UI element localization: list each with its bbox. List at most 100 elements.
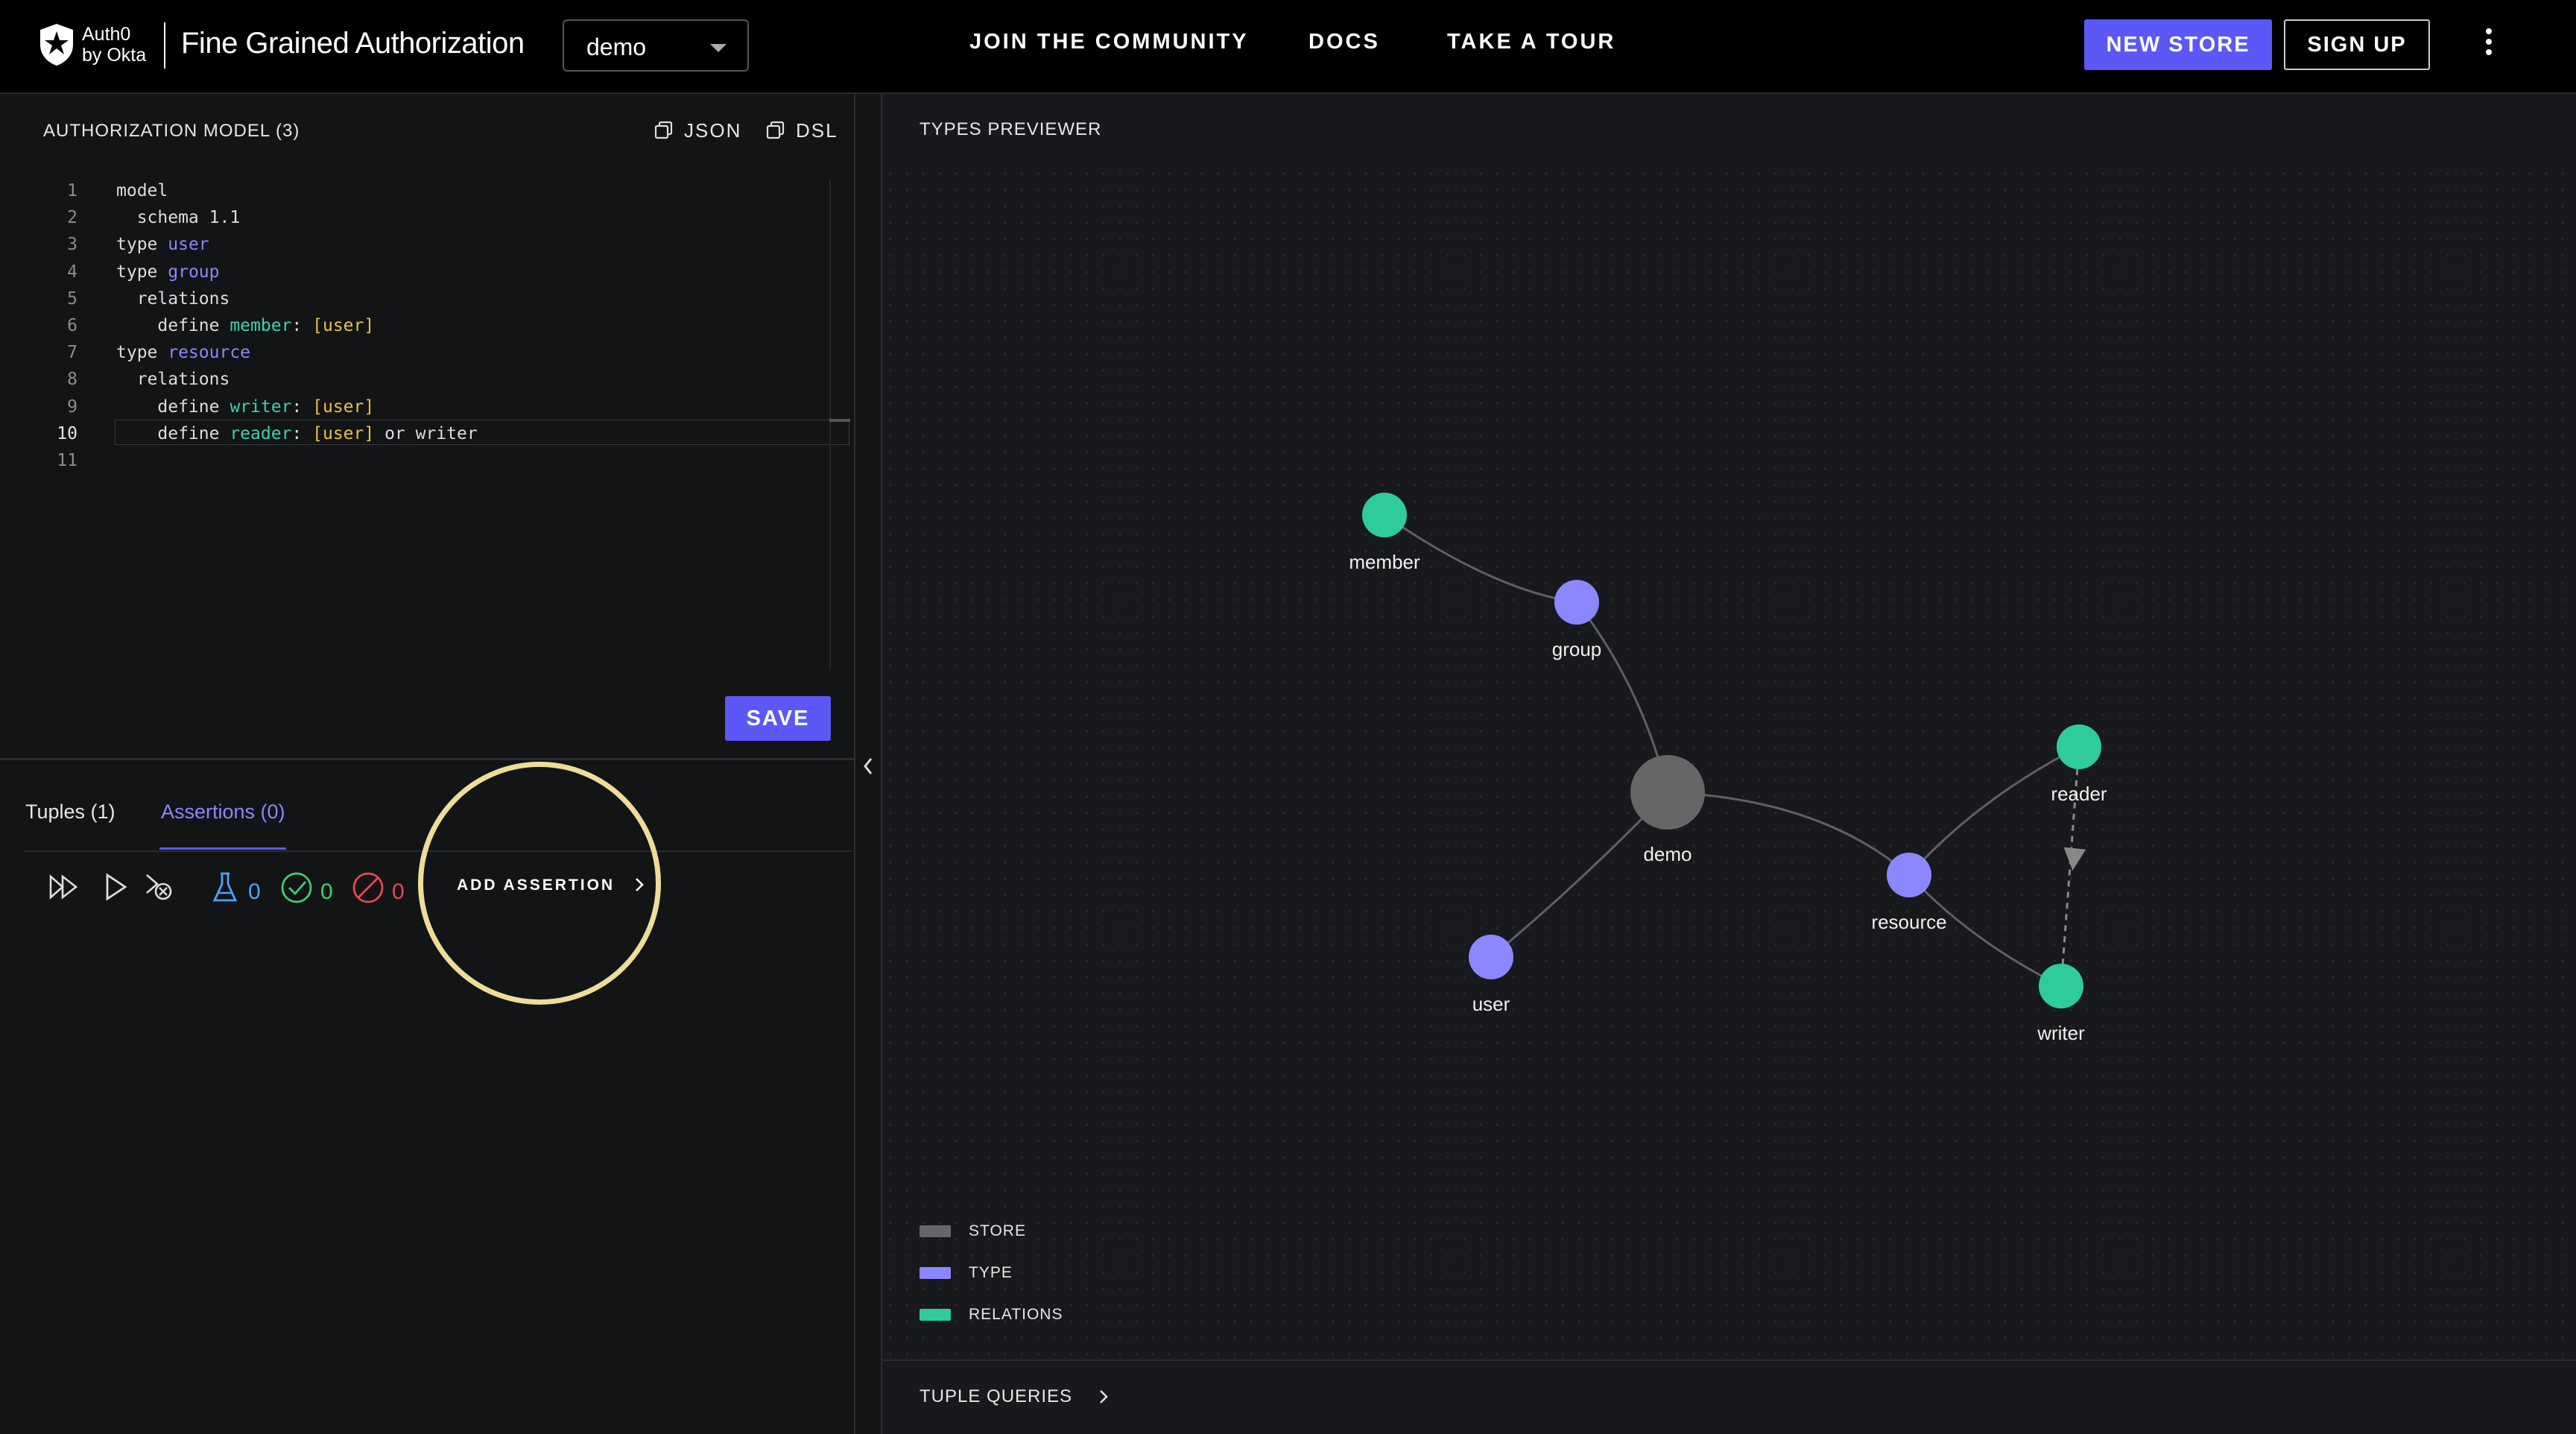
code-line[interactable]: 5 relations [30,285,849,312]
graph-edge-arrow [2063,847,2086,871]
line-number: 9 [67,397,77,417]
copy-icon [766,121,785,139]
editor-scrollbar-track[interactable] [829,179,831,671]
code-text: define reader: [user] or writer [116,423,478,443]
legend-swatch-type [920,1267,951,1279]
tab-tuples[interactable]: Tuples (1) [25,800,115,824]
logo-line-1: Auth0 [82,24,131,45]
top-bar: Auth0 by Okta Fine Grained Authorization… [0,0,2576,94]
code-text: type group [116,262,220,282]
chevron-right-icon [1099,1390,1108,1403]
graph-node-demo[interactable] [1630,755,1705,830]
legend-relations: RELATIONS [969,1306,1063,1323]
graph-edge-resource-reader [1908,745,2080,876]
line-number: 10 [57,423,77,443]
nav-take-a-tour[interactable]: TAKE A TOUR [1447,30,1615,54]
line-number: 3 [67,235,77,255]
chevron-down-icon [710,44,727,52]
graph-node-label-member: member [1349,551,1420,573]
graph-node-member[interactable] [1362,493,1407,537]
code-text: define writer: [user] [116,397,375,417]
logo-wordmark[interactable]: Auth0 by Okta [82,24,146,66]
editor-scrollbar-thumb[interactable] [829,419,850,422]
code-line[interactable]: 6 define member: [user] [30,312,849,339]
copy-dsl-label: DSL [796,119,838,142]
graph-node-label-user: user [1472,993,1510,1015]
graph-node-user[interactable] [1469,935,1513,979]
graph-node-writer[interactable] [2039,964,2083,1008]
horizontal-splitter[interactable] [0,758,854,760]
total-count: 0 [248,879,261,904]
nav-join-community[interactable]: JOIN THE COMMUNITY [969,30,1249,54]
model-title: AUTHORIZATION MODEL (3) [43,121,300,141]
flask-icon [212,872,238,902]
code-text: model [116,181,168,200]
line-number: 6 [67,316,77,335]
code-line[interactable]: 3 type user [30,231,849,258]
run-all-icon[interactable] [48,871,80,903]
graph-node-label-group: group [1552,638,1602,660]
graph-node-label-reader: reader [2051,783,2107,805]
copy-dsl-button[interactable]: DSL [766,119,838,142]
copy-json-button[interactable]: JSON [654,119,741,142]
auth0-shield-icon [40,24,73,66]
code-line[interactable]: 10 define reader: [user] or writer [30,420,849,447]
collapse-chevron-left-icon[interactable] [861,756,875,777]
code-text: schema 1.1 [116,208,241,228]
store-select-value: demo [586,34,647,60]
graph-node-group[interactable] [1554,580,1599,625]
code-text: relations [116,370,230,390]
nav-docs[interactable]: DOCS [1308,30,1380,54]
code-line[interactable]: 4 type group [30,259,849,285]
code-text: type resource [116,343,251,363]
clear-icon[interactable] [144,871,177,903]
check-circle-icon [281,872,312,903]
line-number: 4 [67,262,77,282]
new-store-button[interactable]: NEW STORE [2084,19,2272,70]
tuple-queries-toggle[interactable]: TUPLE QUERIES [920,1386,1110,1407]
graph-node-label-writer: writer [2037,1022,2085,1044]
legend-type: TYPE [969,1264,1013,1281]
code-line[interactable]: 11 [30,447,849,474]
line-number: 8 [67,370,77,390]
blocked-icon [352,872,384,903]
line-number: 1 [67,181,77,200]
graph-node-reader[interactable] [2057,724,2101,769]
run-icon[interactable] [101,871,131,903]
highlight-ring [418,762,661,1005]
sign-up-button[interactable]: SIGN UP [2284,19,2430,70]
graph-node-label-resource: resource [1871,911,1946,933]
active-tab-indicator [159,847,286,850]
legend-swatch-store [920,1225,951,1237]
code-text: define member: [user] [116,316,375,335]
logo-separator [164,22,165,69]
store-select[interactable]: demo [563,19,749,72]
code-text: type user [116,235,209,255]
code-line[interactable]: 8 relations [30,366,849,393]
types-graph[interactable]: demo group member user resource reader writer [882,165,2576,1358]
code-line[interactable]: 1 model [30,177,849,204]
copy-icon [654,121,673,139]
line-number: 7 [67,343,77,363]
graph-edge-demo-resource [1667,791,1910,876]
tuple-queries-divider [882,1359,2576,1361]
tuple-queries-label: TUPLE QUERIES [920,1386,1073,1406]
fail-count: 0 [392,879,405,904]
code-line[interactable]: 7 type resource [30,339,849,366]
line-number: 5 [67,288,77,309]
line-number: 11 [57,451,77,470]
graph-node-resource[interactable] [1887,853,1931,897]
types-previewer-title: TYPES PREVIEWER [920,119,1102,139]
line-number: 2 [67,208,77,228]
copy-json-label: JSON [684,119,742,142]
tab-assertions[interactable]: Assertions (0) [161,800,285,824]
legend-store: STORE [969,1222,1026,1239]
code-line[interactable]: 9 define writer: [user] [30,394,849,420]
graph-node-label-demo: demo [1643,843,1692,865]
legend-swatch-relations [920,1309,951,1321]
logo-line-2: by Okta [82,45,147,66]
code-editor[interactable]: 1 model 2 schema 1.1 3 type user 4 type group 5… [30,177,831,699]
save-button[interactable]: SAVE [725,696,831,741]
code-line[interactable]: 2 schema 1.1 [30,204,849,231]
more-options-icon[interactable] [2481,28,2496,61]
